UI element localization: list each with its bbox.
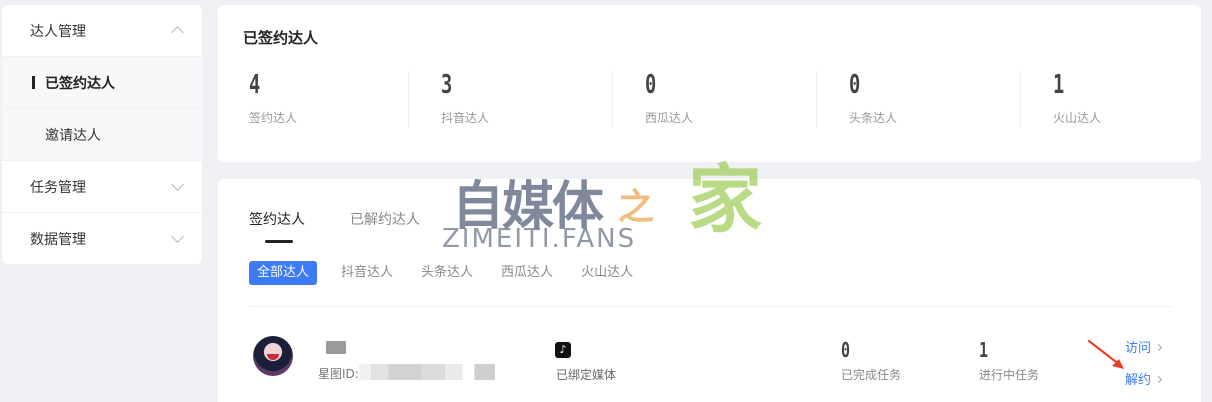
stat-value: 0 xyxy=(849,70,861,100)
menu-group-label: 数据管理 xyxy=(30,232,86,248)
divider xyxy=(249,306,1171,307)
metric-label: 已完成任务 xyxy=(841,368,902,382)
active-indicator xyxy=(32,75,35,89)
stat-value: 1 xyxy=(1053,70,1065,100)
bound-media-label: 已绑定媒体 xyxy=(556,368,617,382)
talent-name-redacted xyxy=(326,341,346,354)
menu-group-talent-management[interactable]: 达人管理 xyxy=(2,5,202,57)
filter-huoshan[interactable]: 火山达人 xyxy=(569,261,645,285)
menu-group-data-management[interactable]: 数据管理 xyxy=(2,213,202,264)
active-tab-underline xyxy=(265,240,293,243)
divider xyxy=(408,71,409,127)
stats-card-title: 已签约达人 xyxy=(243,29,319,47)
chevron-up-icon xyxy=(171,26,184,39)
talent-list-card: 签约达人 已解约达人 全部达人 抖音达人 头条达人 西瓜达人 火山达人 星图ID… xyxy=(218,179,1201,402)
chevron-right-icon xyxy=(1154,375,1163,384)
chevron-down-icon xyxy=(171,230,184,243)
visit-link[interactable]: 访问 xyxy=(1125,337,1163,356)
stat-label: 头条达人 xyxy=(849,111,898,125)
metric-value: 1 xyxy=(979,338,989,362)
red-arrow-icon xyxy=(1087,339,1124,369)
filter-xigua[interactable]: 西瓜达人 xyxy=(489,261,565,285)
metric-in-progress: 1 进行中任务 xyxy=(979,339,1039,383)
chevron-down-icon xyxy=(171,177,184,191)
menu-item-wrap: 已签约达人 xyxy=(32,73,115,93)
star-id-label: 星图ID: xyxy=(318,367,359,381)
stat-label: 签约达人 xyxy=(249,111,298,125)
stat-label: 抖音达人 xyxy=(441,111,490,125)
menu-item-invite-talent[interactable]: 邀请达人 xyxy=(2,109,202,161)
filter-all[interactable]: 全部达人 xyxy=(249,261,318,285)
visit-link-label: 访问 xyxy=(1125,341,1152,356)
menu-item-signed-talent[interactable]: 已签约达人 xyxy=(2,57,202,109)
menu-group-label: 任务管理 xyxy=(30,179,86,196)
stat-douyin: 3 抖音达人 xyxy=(441,71,645,127)
stat-signed: 4 签约达人 xyxy=(249,71,453,127)
stat-value: 0 xyxy=(645,70,657,100)
tab-signed-talent[interactable]: 签约达人 xyxy=(249,209,305,229)
stat-label: 西瓜达人 xyxy=(645,111,694,125)
stat-value: 3 xyxy=(441,70,453,100)
chevron-right-icon xyxy=(1154,343,1163,352)
filter-toutiao[interactable]: 头条达人 xyxy=(409,261,485,285)
tiktok-icon: ♪ xyxy=(555,342,571,358)
terminate-link[interactable]: 解约 xyxy=(1125,369,1163,388)
divider xyxy=(1020,71,1021,127)
metric-completed: 0 已完成任务 xyxy=(841,339,901,383)
terminate-link-label: 解约 xyxy=(1125,373,1152,388)
tab-terminated-talent[interactable]: 已解约达人 xyxy=(350,209,420,229)
divider xyxy=(612,71,613,127)
stat-value: 4 xyxy=(249,70,261,100)
menu-group-task-management[interactable]: 任务管理 xyxy=(2,161,202,213)
stat-huoshan: 1 火山达人 xyxy=(1053,71,1212,127)
metric-value: 0 xyxy=(841,338,851,362)
stat-xigua: 0 西瓜达人 xyxy=(645,71,849,127)
stat-label: 火山达人 xyxy=(1053,111,1102,125)
star-id-value-redacted xyxy=(359,364,507,380)
metric-label: 进行中任务 xyxy=(979,368,1040,382)
stats-card: 已签约达人 4 签约达人 3 抖音达人 0 西瓜达人 0 头条达人 1 火山达人 xyxy=(218,5,1201,162)
menu-item-label: 邀请达人 xyxy=(45,127,101,144)
avatar[interactable] xyxy=(253,336,293,376)
filter-chips: 全部达人 抖音达人 头条达人 西瓜达人 火山达人 xyxy=(249,261,649,285)
divider xyxy=(816,71,817,127)
menu-group-label: 达人管理 xyxy=(30,23,86,40)
filter-douyin[interactable]: 抖音达人 xyxy=(329,261,405,285)
stat-toutiao: 0 头条达人 xyxy=(849,71,1053,127)
menu-item-label: 已签约达人 xyxy=(45,75,115,92)
sidebar: 达人管理 已签约达人 邀请达人 任务管理 数据管理 xyxy=(2,5,202,264)
